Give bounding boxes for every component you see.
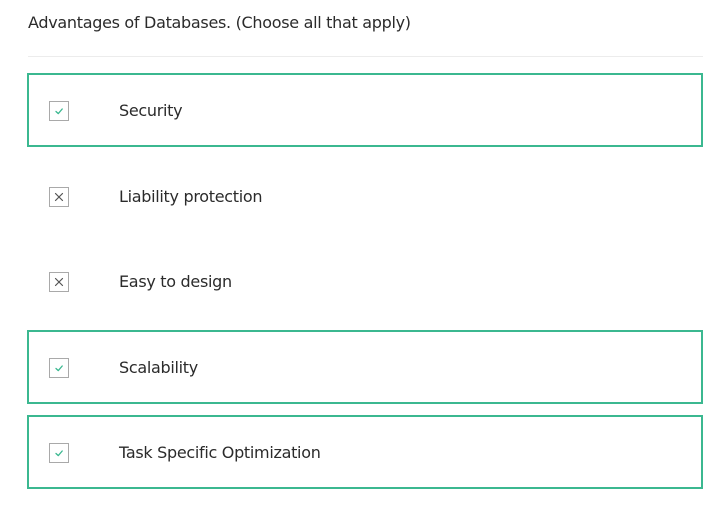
checkbox[interactable] — [49, 358, 69, 378]
option-scalability[interactable]: Scalability — [27, 330, 703, 404]
option-label: Liability protection — [119, 187, 263, 206]
checkbox[interactable] — [49, 187, 69, 207]
option-security[interactable]: Security — [27, 73, 703, 147]
check-icon — [55, 450, 63, 457]
cross-icon — [54, 277, 64, 287]
option-label: Scalability — [119, 358, 198, 377]
checkbox[interactable] — [49, 443, 69, 463]
option-easy-to-design[interactable]: Easy to design — [27, 244, 703, 318]
option-label: Easy to design — [119, 272, 232, 291]
question-title: Advantages of Databases. (Choose all tha… — [28, 13, 411, 32]
check-icon — [55, 365, 63, 372]
option-label: Task Specific Optimization — [119, 443, 321, 462]
check-icon — [55, 108, 63, 115]
divider — [28, 56, 703, 57]
option-liability-protection[interactable]: Liability protection — [27, 159, 703, 233]
checkbox[interactable] — [49, 101, 69, 121]
option-label: Security — [119, 101, 183, 120]
option-task-specific-optimization[interactable]: Task Specific Optimization — [27, 415, 703, 489]
checkbox[interactable] — [49, 272, 69, 292]
cross-icon — [54, 192, 64, 202]
